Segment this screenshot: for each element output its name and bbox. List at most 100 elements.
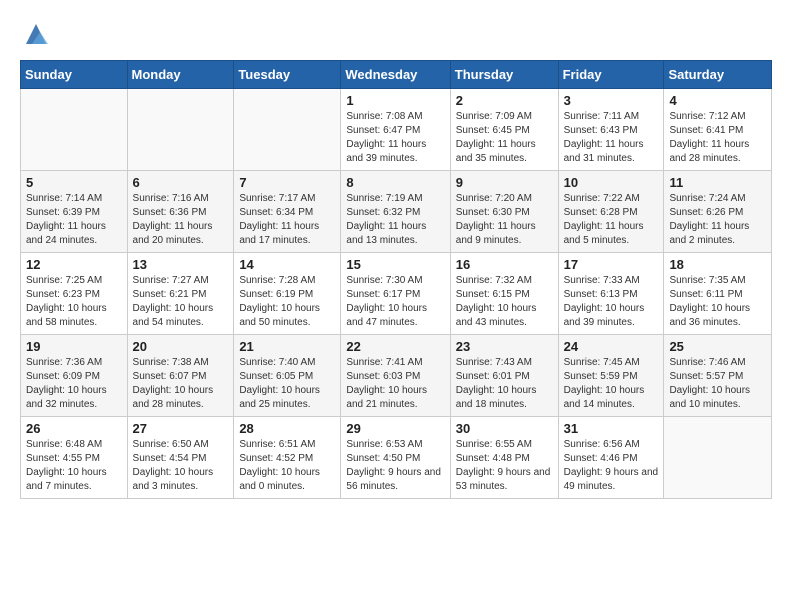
calendar-cell: 22 Sunrise: 7:41 AM Sunset: 6:03 PM Dayli… [341,335,450,417]
calendar-week-row: 19 Sunrise: 7:36 AM Sunset: 6:09 PM Dayli… [21,335,772,417]
page: SundayMondayTuesdayWednesdayThursdayFrid… [0,0,792,519]
weekday-header-wednesday: Wednesday [341,61,450,89]
calendar-cell: 29 Sunrise: 6:53 AM Sunset: 4:50 PM Dayli… [341,417,450,499]
calendar-week-row: 26 Sunrise: 6:48 AM Sunset: 4:55 PM Dayli… [21,417,772,499]
header [20,20,772,44]
calendar-cell: 1 Sunrise: 7:08 AM Sunset: 6:47 PM Daylig… [341,89,450,171]
day-number: 14 [239,257,335,272]
weekday-header-friday: Friday [558,61,664,89]
calendar-table: SundayMondayTuesdayWednesdayThursdayFrid… [20,60,772,499]
day-number: 10 [564,175,659,190]
day-number: 18 [669,257,766,272]
weekday-header-saturday: Saturday [664,61,772,89]
calendar-cell: 27Sunrise: 6:50 AM Sunset: 4:54 PM Dayli… [127,417,234,499]
day-number: 21 [239,339,335,354]
calendar-cell: 19 Sunrise: 7:36 AM Sunset: 6:09 PM Dayli… [21,335,128,417]
day-number: 6 [133,175,229,190]
calendar-cell: 25 Sunrise: 7:46 AM Sunset: 5:57 PM Dayli… [664,335,772,417]
logo-icon [22,20,50,48]
day-number: 30 [456,421,553,436]
day-detail: Sunrise: 7:36 AM Sunset: 6:09 PM Dayligh… [26,356,122,412]
day-number: 3 [564,93,659,108]
day-detail: Sunrise: 7:27 AM Sunset: 6:21 PM Dayligh… [133,274,229,330]
day-detail: Sunrise: 7:08 AM Sunset: 6:47 PM Dayligh… [346,110,444,166]
day-detail: Sunrise: 7:41 AM Sunset: 6:03 PM Dayligh… [346,356,444,412]
day-number: 9 [456,175,553,190]
day-number: 27 [133,421,229,436]
day-detail: Sunrise: 7:20 AM Sunset: 6:30 PM Dayligh… [456,192,553,248]
day-detail: Sunrise: 6:55 AM Sunset: 4:48 PM Dayligh… [456,438,553,494]
weekday-header-row: SundayMondayTuesdayWednesdayThursdayFrid… [21,61,772,89]
day-number: 7 [239,175,335,190]
day-number: 31 [564,421,659,436]
day-number: 2 [456,93,553,108]
day-detail: Sunrise: 6:51 AM Sunset: 4:52 PM Dayligh… [239,438,335,494]
day-number: 23 [456,339,553,354]
day-detail: Sunrise: 7:16 AM Sunset: 6:36 PM Dayligh… [133,192,229,248]
weekday-header-sunday: Sunday [21,61,128,89]
calendar-cell: 14 Sunrise: 7:28 AM Sunset: 6:19 PM Dayli… [234,253,341,335]
calendar-cell: 2 Sunrise: 7:09 AM Sunset: 6:45 PM Daylig… [450,89,558,171]
calendar-cell: 3Sunrise: 7:11 AM Sunset: 6:43 PM Daylig… [558,89,664,171]
calendar-cell: 16 Sunrise: 7:32 AM Sunset: 6:15 PM Dayli… [450,253,558,335]
day-detail: Sunrise: 7:38 AM Sunset: 6:07 PM Dayligh… [133,356,229,412]
day-detail: Sunrise: 7:24 AM Sunset: 6:26 PM Dayligh… [669,192,766,248]
day-number: 15 [346,257,444,272]
day-number: 24 [564,339,659,354]
day-number: 1 [346,93,444,108]
calendar-cell: 18 Sunrise: 7:35 AM Sunset: 6:11 PM Dayli… [664,253,772,335]
weekday-header-tuesday: Tuesday [234,61,341,89]
calendar-week-row: 1 Sunrise: 7:08 AM Sunset: 6:47 PM Daylig… [21,89,772,171]
day-number: 29 [346,421,444,436]
calendar-cell: 30 Sunrise: 6:55 AM Sunset: 4:48 PM Dayli… [450,417,558,499]
day-number: 19 [26,339,122,354]
day-number: 28 [239,421,335,436]
day-detail: Sunrise: 7:12 AM Sunset: 6:41 PM Dayligh… [669,110,766,166]
day-detail: Sunrise: 6:56 AM Sunset: 4:46 PM Dayligh… [564,438,659,494]
calendar-cell: 28 Sunrise: 6:51 AM Sunset: 4:52 PM Dayli… [234,417,341,499]
day-detail: Sunrise: 7:30 AM Sunset: 6:17 PM Dayligh… [346,274,444,330]
day-detail: Sunrise: 7:32 AM Sunset: 6:15 PM Dayligh… [456,274,553,330]
day-detail: Sunrise: 7:09 AM Sunset: 6:45 PM Dayligh… [456,110,553,166]
calendar-cell [234,89,341,171]
calendar-cell: 15 Sunrise: 7:30 AM Sunset: 6:17 PM Dayli… [341,253,450,335]
weekday-header-thursday: Thursday [450,61,558,89]
day-number: 20 [133,339,229,354]
day-detail: Sunrise: 7:46 AM Sunset: 5:57 PM Dayligh… [669,356,766,412]
day-number: 12 [26,257,122,272]
day-number: 16 [456,257,553,272]
day-number: 25 [669,339,766,354]
day-detail: Sunrise: 6:53 AM Sunset: 4:50 PM Dayligh… [346,438,444,494]
calendar-cell: 20 Sunrise: 7:38 AM Sunset: 6:07 PM Dayli… [127,335,234,417]
day-number: 13 [133,257,229,272]
day-detail: Sunrise: 7:25 AM Sunset: 6:23 PM Dayligh… [26,274,122,330]
logo [20,20,50,44]
day-detail: Sunrise: 7:19 AM Sunset: 6:32 PM Dayligh… [346,192,444,248]
calendar-cell: 6 Sunrise: 7:16 AM Sunset: 6:36 PM Daylig… [127,171,234,253]
calendar-cell: 21Sunrise: 7:40 AM Sunset: 6:05 PM Dayli… [234,335,341,417]
day-number: 17 [564,257,659,272]
calendar-cell: 8 Sunrise: 7:19 AM Sunset: 6:32 PM Daylig… [341,171,450,253]
day-number: 26 [26,421,122,436]
calendar-cell: 23 Sunrise: 7:43 AM Sunset: 6:01 PM Dayli… [450,335,558,417]
weekday-header-monday: Monday [127,61,234,89]
day-number: 8 [346,175,444,190]
calendar-cell [664,417,772,499]
calendar-cell: 7Sunrise: 7:17 AM Sunset: 6:34 PM Daylig… [234,171,341,253]
day-detail: Sunrise: 7:35 AM Sunset: 6:11 PM Dayligh… [669,274,766,330]
day-number: 4 [669,93,766,108]
day-number: 11 [669,175,766,190]
day-number: 5 [26,175,122,190]
day-number: 22 [346,339,444,354]
calendar-cell [127,89,234,171]
day-detail: Sunrise: 6:48 AM Sunset: 4:55 PM Dayligh… [26,438,122,494]
calendar-week-row: 12 Sunrise: 7:25 AM Sunset: 6:23 PM Dayli… [21,253,772,335]
day-detail: Sunrise: 7:43 AM Sunset: 6:01 PM Dayligh… [456,356,553,412]
calendar-week-row: 5Sunrise: 7:14 AM Sunset: 6:39 PM Daylig… [21,171,772,253]
calendar-cell: 13 Sunrise: 7:27 AM Sunset: 6:21 PM Dayli… [127,253,234,335]
calendar-cell: 26 Sunrise: 6:48 AM Sunset: 4:55 PM Dayli… [21,417,128,499]
calendar-cell: 17Sunrise: 7:33 AM Sunset: 6:13 PM Dayli… [558,253,664,335]
calendar-cell: 24Sunrise: 7:45 AM Sunset: 5:59 PM Dayli… [558,335,664,417]
calendar-cell: 5Sunrise: 7:14 AM Sunset: 6:39 PM Daylig… [21,171,128,253]
day-detail: Sunrise: 7:28 AM Sunset: 6:19 PM Dayligh… [239,274,335,330]
